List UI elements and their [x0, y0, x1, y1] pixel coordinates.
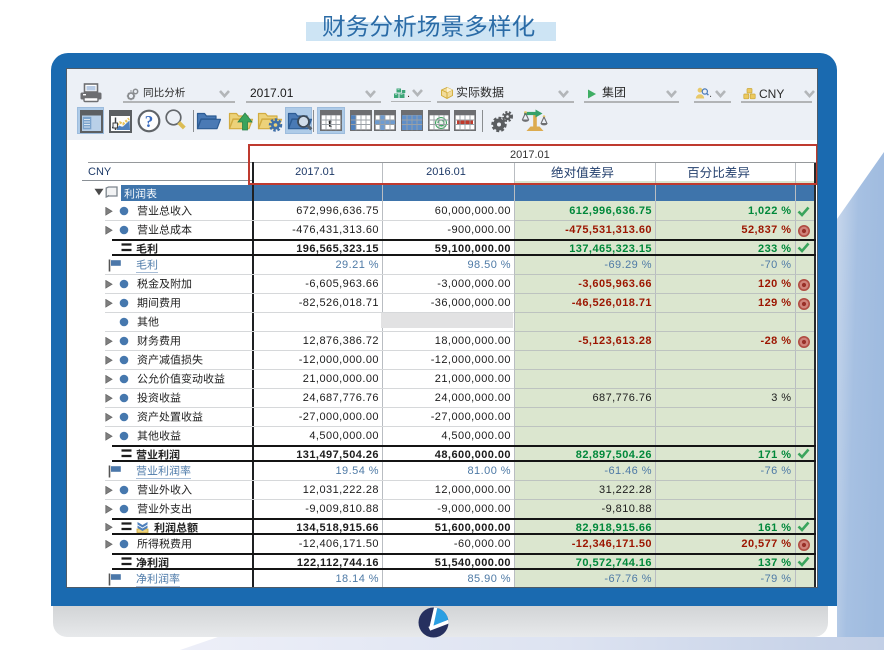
svg-text:?: ? — [145, 112, 154, 131]
